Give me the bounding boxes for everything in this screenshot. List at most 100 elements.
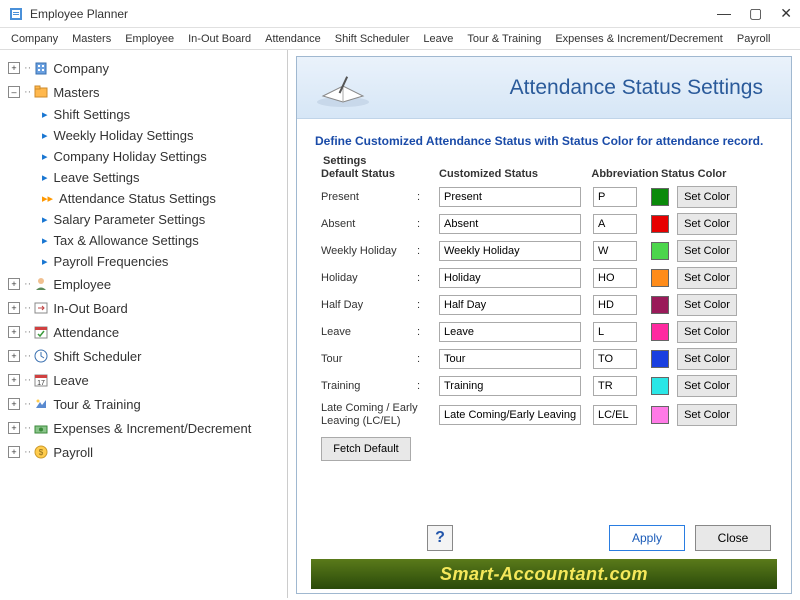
child-label: Leave Settings	[54, 170, 140, 185]
node-icon	[33, 84, 49, 100]
abbr-input[interactable]	[593, 405, 637, 425]
apply-button[interactable]: Apply	[609, 525, 685, 551]
menu-leave[interactable]: Leave	[416, 31, 460, 47]
status-row: Holiday:Set Color	[321, 267, 767, 289]
menu-payroll[interactable]: Payroll	[730, 31, 778, 47]
maximize-button[interactable]: ▢	[749, 5, 762, 22]
abbr-input[interactable]	[593, 241, 637, 261]
expander-icon[interactable]: +	[8, 398, 20, 410]
set-color-button[interactable]: Set Color	[677, 404, 737, 426]
set-color-button[interactable]: Set Color	[677, 267, 737, 289]
menu-tour[interactable]: Tour & Training	[460, 31, 548, 47]
color-swatch	[651, 350, 669, 368]
tree-node-tour-training[interactable]: +··Tour & Training	[0, 392, 287, 416]
abbr-input[interactable]	[593, 376, 637, 396]
color-swatch	[651, 406, 669, 424]
expander-icon[interactable]: –	[8, 86, 20, 98]
tree-node-leave[interactable]: +··17Leave	[0, 368, 287, 392]
tree-node-in-out-board[interactable]: +··In-Out Board	[0, 296, 287, 320]
custom-status-input[interactable]	[439, 295, 581, 315]
menu-employee[interactable]: Employee	[118, 31, 181, 47]
node-icon	[33, 300, 49, 316]
expander-icon[interactable]: +	[8, 278, 20, 290]
custom-status-input[interactable]	[439, 187, 581, 207]
tree-node-employee[interactable]: +··Employee	[0, 272, 287, 296]
arrow-icon: ▸▸	[42, 192, 53, 205]
menu-shift[interactable]: Shift Scheduler	[328, 31, 417, 47]
settings-panel: Attendance Status Settings Define Custom…	[296, 56, 792, 594]
tree-node-shift-scheduler[interactable]: +··Shift Scheduler	[0, 344, 287, 368]
custom-status-input[interactable]	[439, 268, 581, 288]
expander-icon[interactable]: +	[8, 302, 20, 314]
set-color-button[interactable]: Set Color	[677, 321, 737, 343]
arrow-icon: ▸	[42, 171, 48, 184]
child-label: Attendance Status Settings	[59, 191, 216, 206]
set-color-button[interactable]: Set Color	[677, 375, 737, 397]
child-label: Tax & Allowance Settings	[54, 233, 199, 248]
menu-masters[interactable]: Masters	[65, 31, 118, 47]
tree-child-weekly-holiday-settings[interactable]: ▸Weekly Holiday Settings	[0, 125, 287, 146]
tree-node-expenses-increment-decrement[interactable]: +··Expenses & Increment/Decrement	[0, 416, 287, 440]
abbr-input[interactable]	[593, 322, 637, 342]
tree-node-masters[interactable]: –··Masters	[0, 80, 287, 104]
color-swatch	[651, 215, 669, 233]
abbr-input[interactable]	[593, 349, 637, 369]
default-status-label: Tour	[321, 353, 417, 365]
color-swatch	[651, 377, 669, 395]
menu-inout[interactable]: In-Out Board	[181, 31, 258, 47]
tree-child-leave-settings[interactable]: ▸ Leave Settings	[0, 167, 287, 188]
tree-node-company[interactable]: +··Company	[0, 56, 287, 80]
set-color-button[interactable]: Set Color	[677, 348, 737, 370]
abbr-input[interactable]	[593, 214, 637, 234]
header-custom: Customized Status	[439, 168, 589, 180]
color-swatch	[651, 323, 669, 341]
abbr-input[interactable]	[593, 295, 637, 315]
set-color-button[interactable]: Set Color	[677, 213, 737, 235]
color-swatch	[651, 242, 669, 260]
expander-icon[interactable]: +	[8, 422, 20, 434]
custom-status-input[interactable]	[439, 405, 581, 425]
close-window-button[interactable]: ✕	[780, 5, 792, 22]
tree-child-attendance-status-settings[interactable]: ▸▸ Attendance Status Settings	[0, 188, 287, 209]
set-color-button[interactable]: Set Color	[677, 294, 737, 316]
node-icon: $	[33, 444, 49, 460]
child-label: Payroll Frequencies	[54, 254, 169, 269]
arrow-icon: ▸	[42, 108, 48, 121]
status-row: Present:Set Color	[321, 186, 767, 208]
menu-attendance[interactable]: Attendance	[258, 31, 328, 47]
tree-child-salary-parameter-settings[interactable]: ▸Salary Parameter Settings	[0, 209, 287, 230]
fetch-default-button[interactable]: Fetch Default	[321, 437, 411, 461]
tree-child-payroll-frequencies[interactable]: ▸Payroll Frequencies	[0, 251, 287, 272]
custom-status-input[interactable]	[439, 376, 581, 396]
menubar: Company Masters Employee In-Out Board At…	[0, 28, 800, 50]
tree-node-attendance[interactable]: +··Attendance	[0, 320, 287, 344]
abbr-input[interactable]	[593, 268, 637, 288]
expander-icon[interactable]: +	[8, 62, 20, 74]
close-button[interactable]: Close	[695, 525, 771, 551]
color-swatch	[651, 296, 669, 314]
tree-node-payroll[interactable]: +··$Payroll	[0, 440, 287, 464]
custom-status-input[interactable]	[439, 214, 581, 234]
menu-expenses[interactable]: Expenses & Increment/Decrement	[548, 31, 730, 47]
custom-status-input[interactable]	[439, 322, 581, 342]
panel-subtitle: Define Customized Attendance Status with…	[297, 119, 791, 158]
custom-status-input[interactable]	[439, 349, 581, 369]
node-label: Shift Scheduler	[53, 349, 141, 364]
set-color-button[interactable]: Set Color	[677, 186, 737, 208]
menu-company[interactable]: Company	[4, 31, 65, 47]
default-status-label: Late Coming / Early Leaving (LC/EL)	[321, 402, 439, 428]
custom-status-input[interactable]	[439, 241, 581, 261]
tree-child-company-holiday-settings[interactable]: ▸Company Holiday Settings	[0, 146, 287, 167]
expander-icon[interactable]: +	[8, 374, 20, 386]
abbr-input[interactable]	[593, 187, 637, 207]
set-color-button[interactable]: Set Color	[677, 240, 737, 262]
svg-text:$: $	[39, 448, 44, 457]
expander-icon[interactable]: +	[8, 350, 20, 362]
tree-child-tax-allowance-settings[interactable]: ▸Tax & Allowance Settings	[0, 230, 287, 251]
minimize-button[interactable]: —	[717, 5, 731, 22]
expander-icon[interactable]: +	[8, 326, 20, 338]
expander-icon[interactable]: +	[8, 446, 20, 458]
tree-child-shift-settings[interactable]: ▸Shift Settings	[0, 104, 287, 125]
status-row: Leave:Set Color	[321, 321, 767, 343]
help-button[interactable]: ?	[427, 525, 453, 551]
